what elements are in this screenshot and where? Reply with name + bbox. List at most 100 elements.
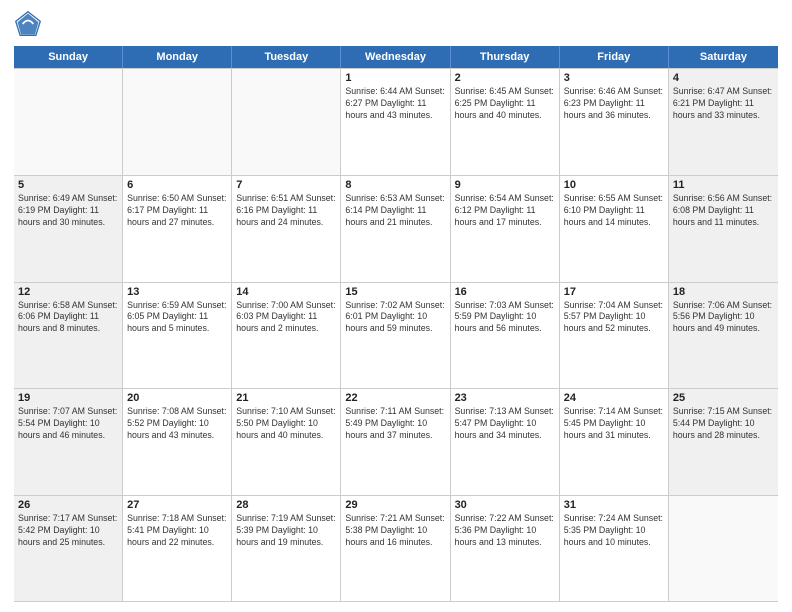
calendar-cell-29: 29Sunrise: 7:21 AM Sunset: 5:38 PM Dayli… xyxy=(341,496,450,601)
calendar-header: SundayMondayTuesdayWednesdayThursdayFrid… xyxy=(14,46,778,68)
calendar-cell-6: 6 Sunrise: 6:50 AM Sunset: 6:17 PM Daylig… xyxy=(123,176,232,282)
calendar-cell-23: 23 Sunrise: 7:13 AM Sunset: 5:47 PM Dayli… xyxy=(451,389,560,495)
day-number: 29 xyxy=(345,499,445,511)
calendar-row-2: 5 Sunrise: 6:49 AM Sunset: 6:19 PM Daylig… xyxy=(14,175,778,282)
day-number: 23 xyxy=(455,392,555,404)
calendar-cell-11: 11 Sunrise: 6:56 AM Sunset: 6:08 PM Dayli… xyxy=(669,176,778,282)
day-number: 6 xyxy=(127,179,227,191)
logo-icon xyxy=(14,10,42,38)
weekday-header-thursday: Thursday xyxy=(451,46,560,68)
calendar-cell-4: 4 Sunrise: 6:47 AM Sunset: 6:21 PM Daylig… xyxy=(669,69,778,175)
day-number: 24 xyxy=(564,392,664,404)
day-number: 8 xyxy=(345,179,445,191)
day-number: 3 xyxy=(564,72,664,84)
calendar-cell-2: 2 Sunrise: 6:45 AM Sunset: 6:25 PM Daylig… xyxy=(451,69,560,175)
day-number: 7 xyxy=(236,179,336,191)
day-number: 10 xyxy=(564,179,664,191)
day-info: Sunrise: 6:44 AM Sunset: 6:27 PM Dayligh… xyxy=(345,86,445,122)
calendar-cell-17: 17 Sunrise: 7:04 AM Sunset: 5:57 PM Dayli… xyxy=(560,283,669,389)
day-info: Sunrise: 7:02 AM Sunset: 6:01 PM Dayligh… xyxy=(345,300,445,336)
day-info: Sunrise: 6:47 AM Sunset: 6:21 PM Dayligh… xyxy=(673,86,774,122)
day-number: 30 xyxy=(455,499,555,511)
calendar-cell-14: 14 Sunrise: 7:00 AM Sunset: 6:03 PM Dayli… xyxy=(232,283,341,389)
calendar-cell-3: 3 Sunrise: 6:46 AM Sunset: 6:23 PM Daylig… xyxy=(560,69,669,175)
calendar-cell-8: 8Sunrise: 6:53 AM Sunset: 6:14 PM Daylig… xyxy=(341,176,450,282)
day-info: Sunrise: 7:19 AM Sunset: 5:39 PM Dayligh… xyxy=(236,513,336,549)
calendar-cell-13: 13 Sunrise: 6:59 AM Sunset: 6:05 PM Dayli… xyxy=(123,283,232,389)
day-info: Sunrise: 7:04 AM Sunset: 5:57 PM Dayligh… xyxy=(564,300,664,336)
calendar-cell-21: 21Sunrise: 7:10 AM Sunset: 5:50 PM Dayli… xyxy=(232,389,341,495)
day-number: 19 xyxy=(18,392,118,404)
calendar-row-1: 1 Sunrise: 6:44 AM Sunset: 6:27 PM Daylig… xyxy=(14,68,778,175)
day-number: 5 xyxy=(18,179,118,191)
day-info: Sunrise: 6:50 AM Sunset: 6:17 PM Dayligh… xyxy=(127,193,227,229)
weekday-header-tuesday: Tuesday xyxy=(232,46,341,68)
day-info: Sunrise: 7:08 AM Sunset: 5:52 PM Dayligh… xyxy=(127,406,227,442)
day-number: 18 xyxy=(673,286,774,298)
day-info: Sunrise: 6:54 AM Sunset: 6:12 PM Dayligh… xyxy=(455,193,555,229)
day-number: 16 xyxy=(455,286,555,298)
day-info: Sunrise: 6:45 AM Sunset: 6:25 PM Dayligh… xyxy=(455,86,555,122)
calendar-cell-empty-2 xyxy=(232,69,341,175)
header xyxy=(14,10,778,38)
day-info: Sunrise: 7:24 AM Sunset: 5:35 PM Dayligh… xyxy=(564,513,664,549)
day-info: Sunrise: 7:22 AM Sunset: 5:36 PM Dayligh… xyxy=(455,513,555,549)
day-info: Sunrise: 7:07 AM Sunset: 5:54 PM Dayligh… xyxy=(18,406,118,442)
calendar-cell-16: 16 Sunrise: 7:03 AM Sunset: 5:59 PM Dayli… xyxy=(451,283,560,389)
calendar-body: 1 Sunrise: 6:44 AM Sunset: 6:27 PM Daylig… xyxy=(14,68,778,602)
calendar-cell-19: 19 Sunrise: 7:07 AM Sunset: 5:54 PM Dayli… xyxy=(14,389,123,495)
day-info: Sunrise: 7:13 AM Sunset: 5:47 PM Dayligh… xyxy=(455,406,555,442)
day-number: 13 xyxy=(127,286,227,298)
weekday-header-wednesday: Wednesday xyxy=(341,46,450,68)
day-info: Sunrise: 7:18 AM Sunset: 5:41 PM Dayligh… xyxy=(127,513,227,549)
day-info: Sunrise: 7:14 AM Sunset: 5:45 PM Dayligh… xyxy=(564,406,664,442)
calendar-cell-31: 31 Sunrise: 7:24 AM Sunset: 5:35 PM Dayli… xyxy=(560,496,669,601)
day-number: 28 xyxy=(236,499,336,511)
calendar-cell-empty-1 xyxy=(123,69,232,175)
calendar-cell-24: 24 Sunrise: 7:14 AM Sunset: 5:45 PM Dayli… xyxy=(560,389,669,495)
calendar: SundayMondayTuesdayWednesdayThursdayFrid… xyxy=(14,46,778,602)
calendar-cell-5: 5 Sunrise: 6:49 AM Sunset: 6:19 PM Daylig… xyxy=(14,176,123,282)
day-number: 4 xyxy=(673,72,774,84)
calendar-cell-22: 22Sunrise: 7:11 AM Sunset: 5:49 PM Dayli… xyxy=(341,389,450,495)
day-number: 11 xyxy=(673,179,774,191)
calendar-cell-18: 18 Sunrise: 7:06 AM Sunset: 5:56 PM Dayli… xyxy=(669,283,778,389)
day-info: Sunrise: 6:56 AM Sunset: 6:08 PM Dayligh… xyxy=(673,193,774,229)
day-info: Sunrise: 7:15 AM Sunset: 5:44 PM Dayligh… xyxy=(673,406,774,442)
day-info: Sunrise: 7:17 AM Sunset: 5:42 PM Dayligh… xyxy=(18,513,118,549)
calendar-cell-26: 26Sunrise: 7:17 AM Sunset: 5:42 PM Dayli… xyxy=(14,496,123,601)
calendar-cell-25: 25Sunrise: 7:15 AM Sunset: 5:44 PM Dayli… xyxy=(669,389,778,495)
calendar-cell-7: 7 Sunrise: 6:51 AM Sunset: 6:16 PM Daylig… xyxy=(232,176,341,282)
day-info: Sunrise: 6:51 AM Sunset: 6:16 PM Dayligh… xyxy=(236,193,336,229)
day-number: 14 xyxy=(236,286,336,298)
calendar-row-3: 12Sunrise: 6:58 AM Sunset: 6:06 PM Dayli… xyxy=(14,282,778,389)
calendar-cell-empty-6 xyxy=(669,496,778,601)
day-info: Sunrise: 7:00 AM Sunset: 6:03 PM Dayligh… xyxy=(236,300,336,336)
weekday-header-monday: Monday xyxy=(123,46,232,68)
calendar-cell-9: 9 Sunrise: 6:54 AM Sunset: 6:12 PM Daylig… xyxy=(451,176,560,282)
day-number: 15 xyxy=(345,286,445,298)
calendar-row-5: 26Sunrise: 7:17 AM Sunset: 5:42 PM Dayli… xyxy=(14,495,778,602)
day-info: Sunrise: 6:46 AM Sunset: 6:23 PM Dayligh… xyxy=(564,86,664,122)
weekday-header-sunday: Sunday xyxy=(14,46,123,68)
day-number: 22 xyxy=(345,392,445,404)
day-info: Sunrise: 7:06 AM Sunset: 5:56 PM Dayligh… xyxy=(673,300,774,336)
weekday-header-friday: Friday xyxy=(560,46,669,68)
day-number: 9 xyxy=(455,179,555,191)
day-number: 2 xyxy=(455,72,555,84)
calendar-cell-30: 30 Sunrise: 7:22 AM Sunset: 5:36 PM Dayli… xyxy=(451,496,560,601)
day-number: 31 xyxy=(564,499,664,511)
calendar-cell-10: 10Sunrise: 6:55 AM Sunset: 6:10 PM Dayli… xyxy=(560,176,669,282)
day-info: Sunrise: 6:49 AM Sunset: 6:19 PM Dayligh… xyxy=(18,193,118,229)
weekday-header-saturday: Saturday xyxy=(669,46,778,68)
calendar-cell-empty-0 xyxy=(14,69,123,175)
day-number: 1 xyxy=(345,72,445,84)
calendar-cell-12: 12Sunrise: 6:58 AM Sunset: 6:06 PM Dayli… xyxy=(14,283,123,389)
day-info: Sunrise: 7:10 AM Sunset: 5:50 PM Dayligh… xyxy=(236,406,336,442)
day-info: Sunrise: 7:03 AM Sunset: 5:59 PM Dayligh… xyxy=(455,300,555,336)
day-number: 17 xyxy=(564,286,664,298)
calendar-row-4: 19 Sunrise: 7:07 AM Sunset: 5:54 PM Dayli… xyxy=(14,388,778,495)
calendar-cell-27: 27 Sunrise: 7:18 AM Sunset: 5:41 PM Dayli… xyxy=(123,496,232,601)
day-number: 27 xyxy=(127,499,227,511)
day-info: Sunrise: 6:59 AM Sunset: 6:05 PM Dayligh… xyxy=(127,300,227,336)
